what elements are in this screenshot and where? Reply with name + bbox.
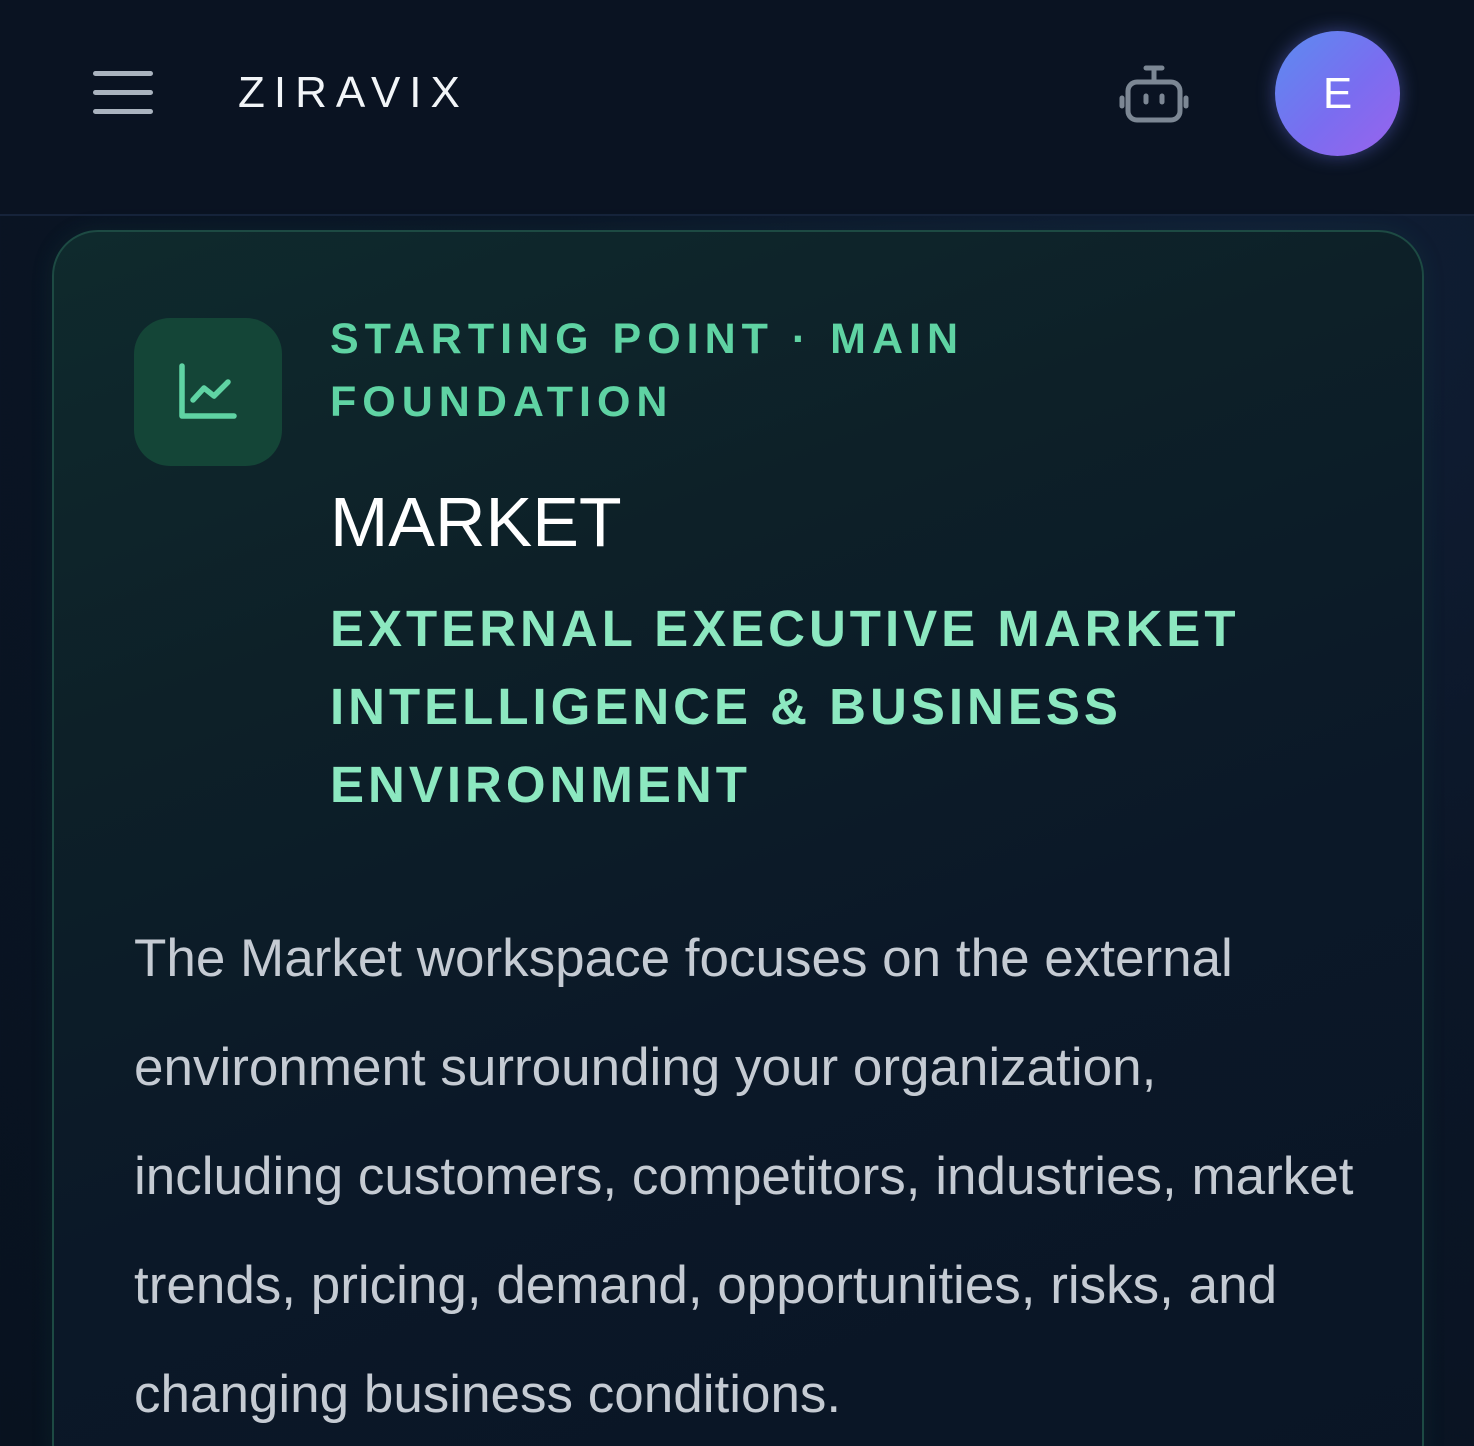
menu-button[interactable] bbox=[92, 68, 154, 118]
robot-icon bbox=[1119, 65, 1189, 123]
brand-logo-text[interactable]: ZIRAVIX bbox=[238, 66, 469, 120]
market-workspace-card: STARTING POINT · MAIN FOUNDATION MARKET … bbox=[52, 230, 1424, 1446]
assistant-button[interactable] bbox=[1118, 62, 1190, 126]
section-eyebrow: STARTING POINT · MAIN FOUNDATION bbox=[330, 315, 965, 426]
hamburger-menu-icon bbox=[93, 71, 153, 114]
page-title: MARKET bbox=[330, 483, 622, 561]
avatar-initial: E bbox=[1322, 68, 1353, 118]
page-subtitle: EXTERNAL EXECUTIVE MARKET INTELLIGENCE &… bbox=[330, 600, 1240, 813]
workspace-description: The Market workspace focuses on the exte… bbox=[134, 929, 1354, 1424]
top-bar: ZIRAVIX E bbox=[0, 0, 1474, 216]
user-avatar[interactable]: E bbox=[1275, 31, 1400, 156]
workspace-icon-tile bbox=[134, 318, 282, 466]
line-chart-icon bbox=[179, 363, 237, 419]
